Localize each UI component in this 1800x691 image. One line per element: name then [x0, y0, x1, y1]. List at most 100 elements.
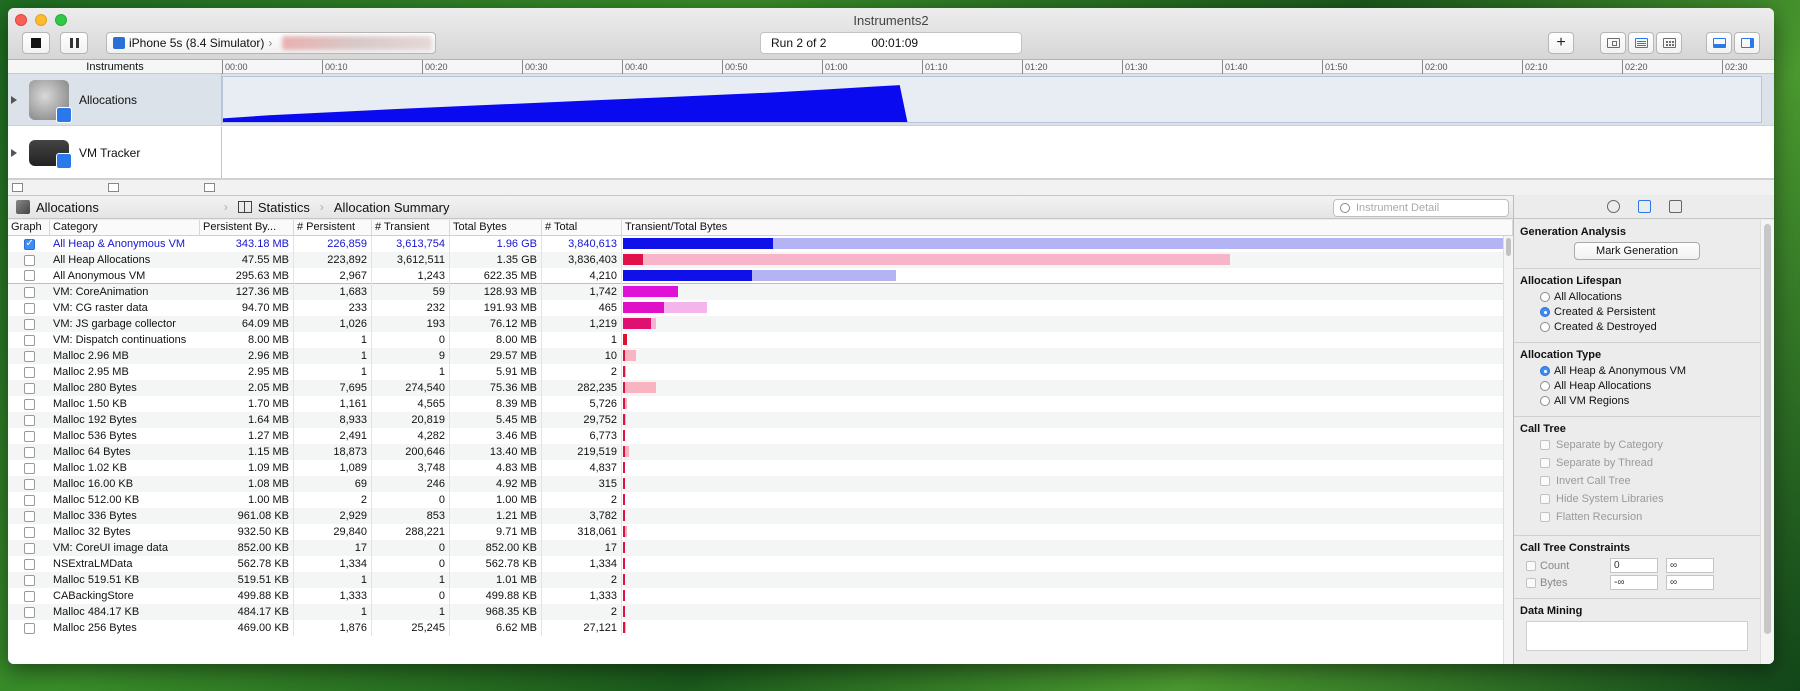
table-row[interactable]: Malloc 1.50 KB 1.70 MB 1,161 4,565 8.39 MB 5,…: [8, 396, 1513, 412]
graph-checkbox[interactable]: [23, 494, 35, 506]
bytes-checkbox[interactable]: [1526, 577, 1536, 588]
graph-checkbox[interactable]: [23, 526, 35, 538]
col-persistent-count[interactable]: # Persistent: [294, 220, 372, 235]
track-header-allocations[interactable]: Allocations: [8, 74, 222, 125]
table-scrollbar[interactable]: [1503, 236, 1513, 664]
snap-track-icon[interactable]: [108, 183, 119, 192]
table-row[interactable]: Malloc 1.02 KB 1.09 MB 1,089 3,748 4.83 MB 4,…: [8, 460, 1513, 476]
col-transient-count[interactable]: # Transient: [372, 220, 450, 235]
graph-checkbox[interactable]: [23, 270, 35, 281]
disclosure-triangle-icon[interactable]: [11, 95, 17, 104]
graph-checkbox[interactable]: [23, 446, 35, 458]
radio-button[interactable]: [1540, 366, 1550, 376]
radio-option[interactable]: Created & Persistent: [1540, 306, 1754, 318]
table-row[interactable]: All Heap & Anonymous VM343.18 MB226,8593…: [8, 236, 1513, 252]
radio-button[interactable]: [1540, 396, 1550, 406]
col-total-bytes[interactable]: Total Bytes: [450, 220, 542, 235]
radio-button[interactable]: [1540, 381, 1550, 391]
extended-detail-tab-icon[interactable]: [1668, 200, 1682, 213]
table-row[interactable]: All Anonymous VM 295.63 MB 2,967 1,243 622.3…: [8, 267, 1513, 284]
table-row[interactable]: Malloc 32 Bytes 932.50 KB 29,840 288,221 9.7…: [8, 524, 1513, 540]
graph-checkbox[interactable]: [23, 398, 35, 410]
table-row[interactable]: VM: CoreAnimation 127.36 MB 1,683 59 128.93 …: [8, 284, 1513, 300]
toggle-right-pane-button[interactable]: [1734, 32, 1760, 54]
count-max-field[interactable]: ∞: [1666, 558, 1714, 573]
count-checkbox[interactable]: [1526, 560, 1536, 571]
count-min-field[interactable]: 0: [1610, 558, 1658, 573]
checkbox-option[interactable]: Hide System Libraries: [1540, 493, 1754, 505]
radio-button[interactable]: [1540, 292, 1550, 302]
col-persistent-bytes[interactable]: Persistent By...: [200, 220, 294, 235]
radio-option[interactable]: All Heap Allocations: [1540, 380, 1754, 392]
graph-checkbox[interactable]: [23, 542, 35, 554]
table-row[interactable]: VM: CoreUI image data 852.00 KB 17 0 852.00 …: [8, 540, 1513, 556]
instrument-detail-search[interactable]: Instrument Detail: [1333, 199, 1509, 217]
table-row[interactable]: VM: JS garbage collector 64.09 MB 1,026 193…: [8, 316, 1513, 332]
graph-checkbox[interactable]: [23, 430, 35, 442]
jump-bar-statistics[interactable]: Statistics: [237, 200, 310, 215]
jump-bar-allocation-summary[interactable]: Allocation Summary: [334, 200, 450, 215]
checkbox[interactable]: [1540, 458, 1550, 468]
table-row[interactable]: Malloc 336 Bytes 961.08 KB 2,929 853 1.21 MB…: [8, 508, 1513, 524]
checkbox[interactable]: [1540, 494, 1550, 504]
time-ruler[interactable]: Instruments 00:00 00:10 00:20 00:30 00:40 00:…: [8, 60, 1774, 74]
target-selector[interactable]: iPhone 5s (8.4 Simulator) ›: [106, 32, 436, 54]
scroll-thumb[interactable]: [1506, 238, 1511, 256]
graph-checkbox[interactable]: [23, 238, 35, 250]
graph-checkbox[interactable]: [23, 606, 35, 618]
graph-checkbox[interactable]: [23, 590, 35, 602]
radio-button[interactable]: [1540, 322, 1550, 332]
checkbox-option[interactable]: Invert Call Tree: [1540, 475, 1754, 487]
graph-checkbox[interactable]: [23, 414, 35, 426]
track-header-vm-tracker[interactable]: VM Tracker: [8, 127, 222, 178]
zoom-track-icon[interactable]: [204, 183, 215, 192]
add-instrument-button[interactable]: +: [1548, 32, 1574, 54]
disclosure-triangle-icon[interactable]: [11, 148, 17, 157]
checkbox-option[interactable]: Separate by Thread: [1540, 457, 1754, 469]
graph-checkbox[interactable]: [23, 574, 35, 586]
graph-checkbox[interactable]: [23, 622, 35, 634]
table-row[interactable]: Malloc 484.17 KB 484.17 KB 1 1 968.35 KB 2: [8, 604, 1513, 620]
library-button[interactable]: [1656, 32, 1682, 54]
graph-checkbox[interactable]: [23, 286, 35, 298]
record-settings-button[interactable]: [1600, 32, 1626, 54]
graph-checkbox[interactable]: [23, 366, 35, 378]
track-allocations[interactable]: Allocations: [8, 74, 1774, 126]
table-row[interactable]: All Heap Allocations 47.55 MB 223,892 3,612…: [8, 252, 1513, 268]
inspector-scrollbar[interactable]: [1760, 220, 1774, 664]
bytes-min-field[interactable]: -∞: [1610, 575, 1658, 590]
col-total-count[interactable]: # Total: [542, 220, 622, 235]
toggle-bottom-pane-button[interactable]: [1706, 32, 1732, 54]
graph-checkbox[interactable]: [23, 462, 35, 474]
col-transient-total-bytes[interactable]: Transient/Total Bytes: [622, 220, 1513, 235]
scroll-thumb[interactable]: [1764, 224, 1771, 634]
bytes-max-field[interactable]: ∞: [1666, 575, 1714, 590]
vm-tracker-graph[interactable]: [222, 129, 1762, 176]
track-vm-tracker[interactable]: VM Tracker: [8, 127, 1774, 179]
checkbox[interactable]: [1540, 476, 1550, 486]
data-mining-box[interactable]: [1526, 621, 1748, 651]
graph-checkbox[interactable]: [23, 350, 35, 362]
radio-option[interactable]: All VM Regions: [1540, 395, 1754, 407]
table-row[interactable]: NSExtraLMData 562.78 KB 1,334 0 562.78 KB 1,3…: [8, 556, 1513, 572]
graph-checkbox[interactable]: [23, 478, 35, 490]
table-row[interactable]: Malloc 2.95 MB 2.95 MB 1 1 5.91 MB 2: [8, 364, 1513, 380]
table-row[interactable]: Malloc 280 Bytes 2.05 MB 7,695 274,540 75.36…: [8, 380, 1513, 396]
radio-option[interactable]: All Heap & Anonymous VM: [1540, 365, 1754, 377]
table-row[interactable]: Malloc 64 Bytes 1.15 MB 18,873 200,646 13.40…: [8, 444, 1513, 460]
graph-checkbox[interactable]: [23, 318, 35, 330]
checkbox[interactable]: [1540, 440, 1550, 450]
graph-checkbox[interactable]: [23, 558, 35, 570]
col-category[interactable]: Category: [50, 220, 200, 235]
table-row[interactable]: Malloc 2.96 MB 2.96 MB 1 9 29.57 MB 10: [8, 348, 1513, 364]
col-graph[interactable]: Graph: [8, 220, 50, 235]
checkbox-option[interactable]: Separate by Category: [1540, 439, 1754, 451]
table-row[interactable]: Malloc 536 Bytes 1.27 MB 2,491 4,282 3.46 MB…: [8, 428, 1513, 444]
table-row[interactable]: Malloc 16.00 KB 1.08 MB 69 246 4.92 MB 315: [8, 476, 1513, 492]
table-row[interactable]: VM: Dispatch continuations 8.00 MB 1 0 8.00 …: [8, 332, 1513, 348]
table-row[interactable]: VM: CG raster data 94.70 MB 233 232 191.93 M…: [8, 300, 1513, 316]
checkbox-option[interactable]: Flatten Recursion: [1540, 511, 1754, 523]
display-settings-tab-icon[interactable]: [1637, 200, 1651, 213]
detail-view-button[interactable]: [1628, 32, 1654, 54]
table-row[interactable]: CABackingStore 499.88 KB 1,333 0 499.88 KB 1,…: [8, 588, 1513, 604]
